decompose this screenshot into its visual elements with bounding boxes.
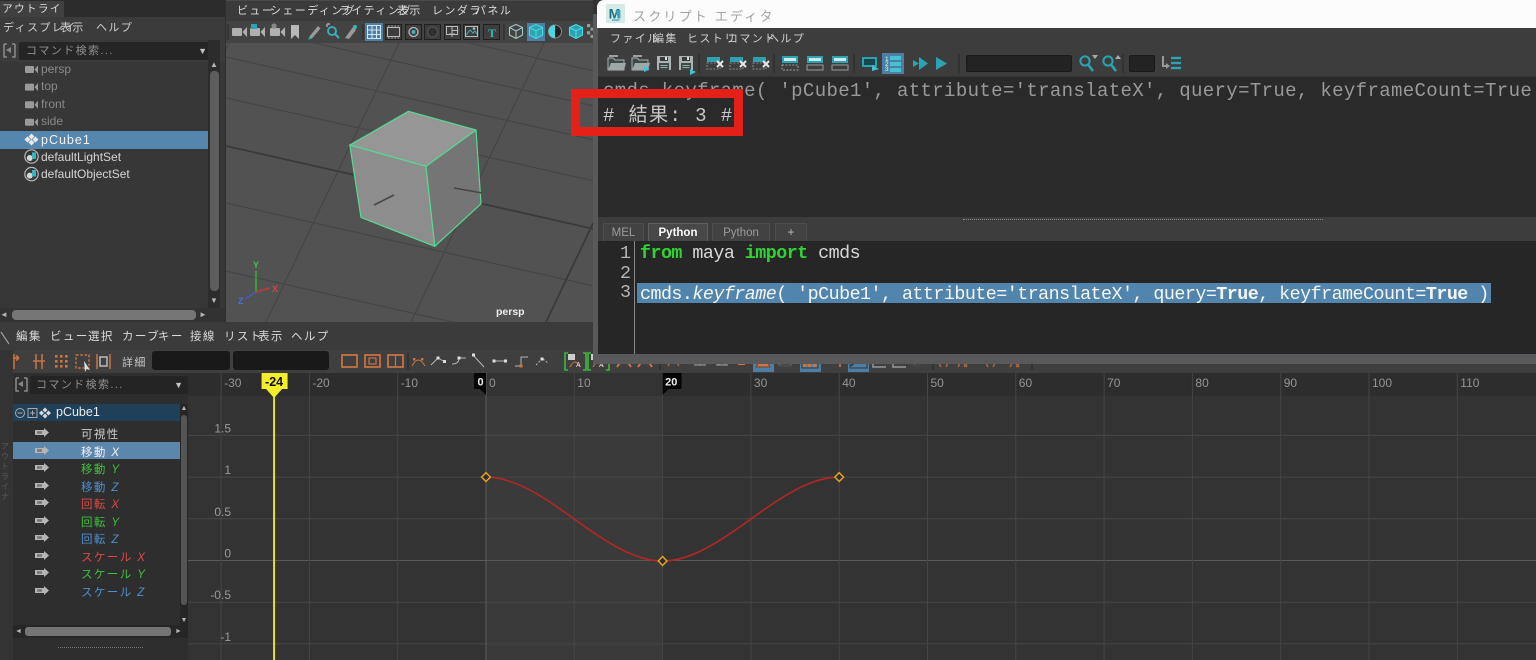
svg-text:30: 30 [754, 376, 768, 390]
svg-text:20: 20 [665, 377, 677, 389]
svg-text:1.5: 1.5 [214, 421, 231, 435]
svg-text:-30: -30 [224, 376, 242, 390]
svg-text:10: 10 [577, 376, 591, 390]
svg-text:70: 70 [1107, 376, 1121, 390]
svg-text:Z: Z [238, 296, 244, 306]
svg-text:100: 100 [1372, 376, 1392, 390]
svg-text:90: 90 [1284, 376, 1298, 390]
svg-text:A: A [576, 362, 581, 369]
svg-text:60: 60 [1019, 376, 1033, 390]
svg-text:0: 0 [478, 377, 484, 389]
svg-text:40: 40 [842, 376, 856, 390]
svg-text:123: 123 [885, 56, 889, 73]
svg-text:80: 80 [1195, 376, 1209, 390]
svg-text:-20: -20 [312, 376, 330, 390]
svg-text:1: 1 [224, 463, 231, 477]
svg-text:-10: -10 [401, 376, 419, 390]
svg-text:persp: persp [496, 306, 525, 318]
svg-text:-1: -1 [220, 630, 231, 644]
svg-text:0: 0 [224, 547, 231, 561]
svg-text:Y: Y [253, 260, 259, 270]
svg-text:0.5: 0.5 [214, 505, 231, 519]
svg-text:-24: -24 [265, 375, 283, 389]
svg-text:-0.5: -0.5 [210, 588, 231, 602]
svg-text:50: 50 [931, 376, 945, 390]
svg-text:110: 110 [1460, 376, 1479, 390]
svg-text:X: X [272, 284, 278, 294]
svg-text:0: 0 [489, 376, 496, 390]
svg-text:T: T [488, 26, 496, 40]
